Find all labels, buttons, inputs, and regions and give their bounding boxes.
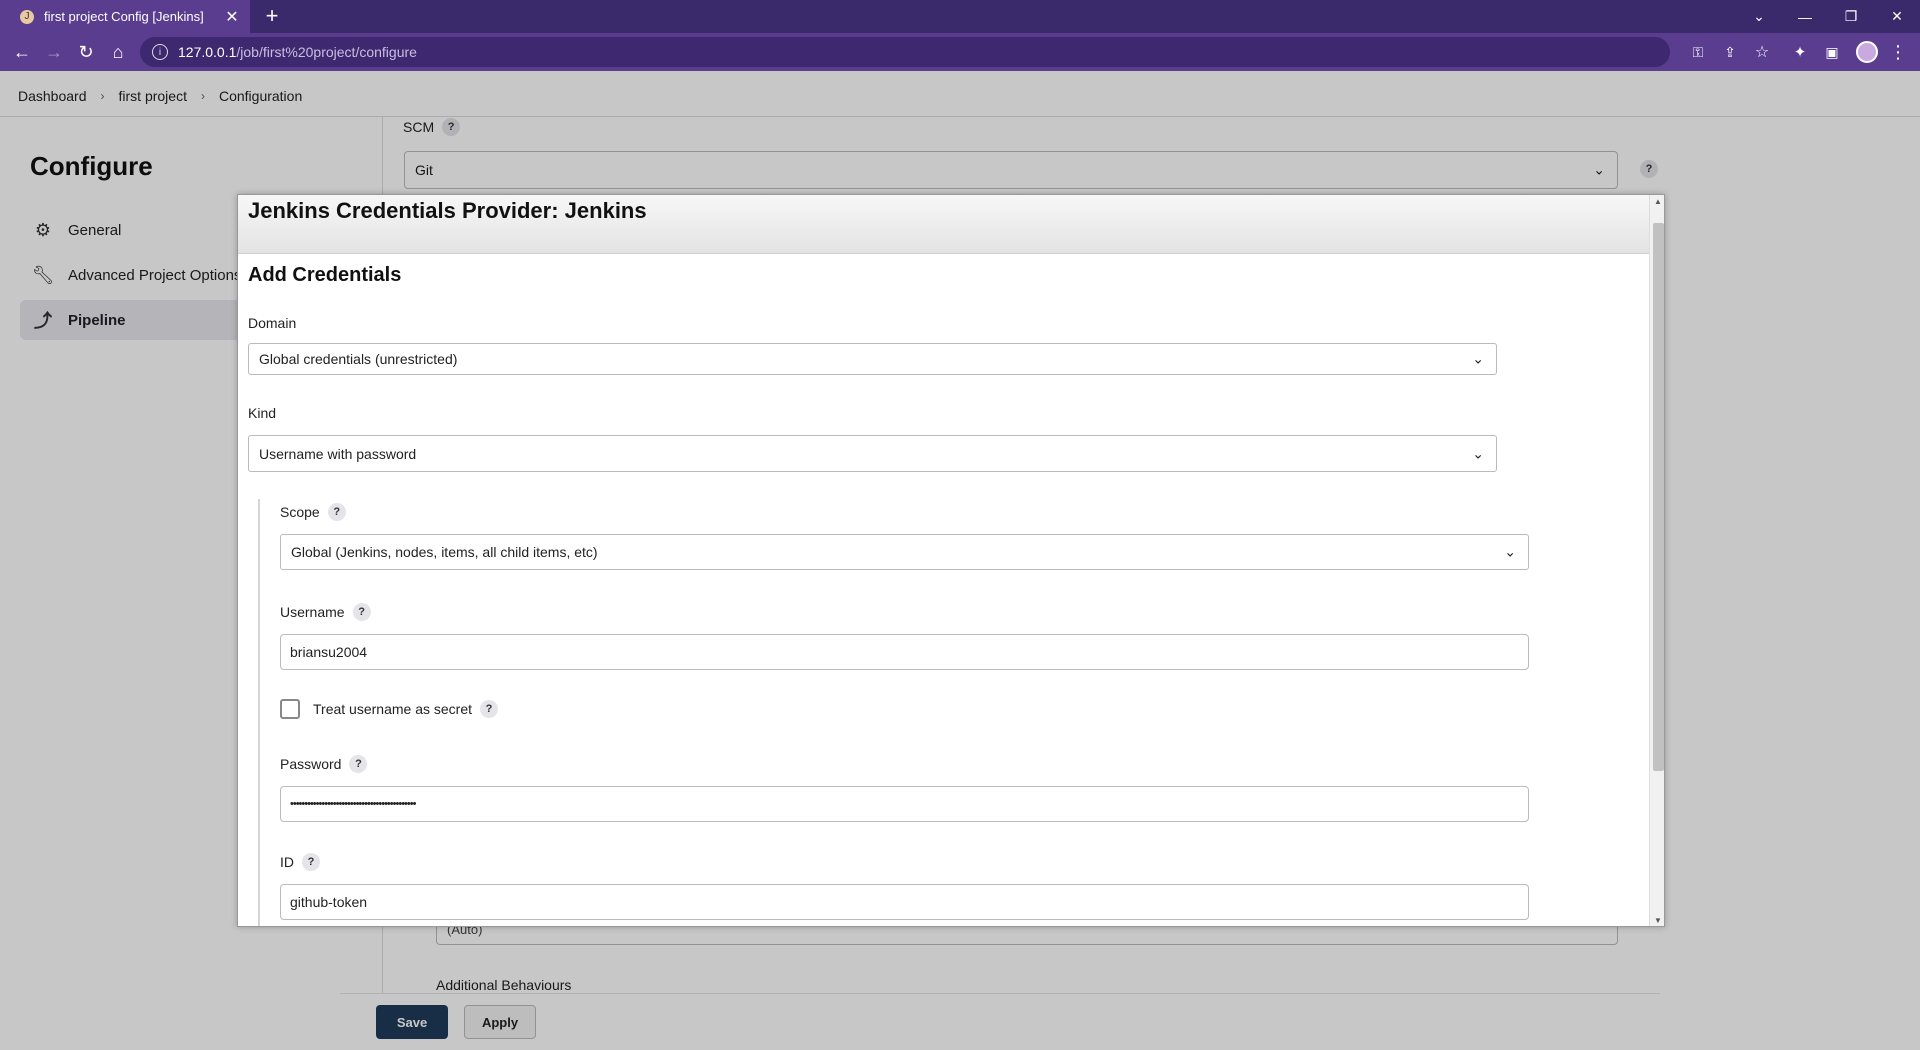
kind-label: Kind [248, 405, 277, 421]
kind-select[interactable]: Username with password ⌄ [248, 435, 1497, 472]
url-path: /job/first%20project/configure [236, 44, 417, 60]
id-label: ID ? [280, 853, 320, 871]
dialog-title: Jenkins Credentials Provider: Jenkins [248, 198, 647, 223]
username-field[interactable]: briansu2004 [280, 634, 1529, 670]
password-field[interactable]: ••••••••••••••••••••••••••••••••••••••••… [280, 786, 1529, 822]
password-label: Password ? [280, 755, 368, 773]
scope-label: Scope ? [280, 503, 346, 521]
domain-selected-value: Global credentials (unrestricted) [259, 351, 458, 367]
scope-select[interactable]: Global (Jenkins, nodes, items, all child… [280, 534, 1529, 570]
indent-guide [258, 499, 260, 926]
help-icon[interactable]: ? [327, 503, 346, 521]
help-icon[interactable]: ? [302, 853, 320, 871]
password-masked-value: ••••••••••••••••••••••••••••••••••••••••… [290, 798, 416, 810]
dialog-scrollbar[interactable]: ▲ ▼ [1649, 195, 1664, 926]
key-icon[interactable]: ⚿ [1686, 40, 1710, 64]
chevron-down-icon: ⌄ [1472, 350, 1484, 367]
browser-toolbar: ← → ↻ ⌂ i 127.0.0.1/job/first%20project/… [0, 33, 1920, 71]
side-panel-icon[interactable]: ▣ [1820, 40, 1844, 64]
add-credentials-heading: Add Credentials [248, 264, 402, 286]
scope-label-text: Scope [280, 504, 320, 520]
domain-select[interactable]: Global credentials (unrestricted) ⌄ [248, 343, 1497, 375]
tab-close-icon[interactable]: ✕ [220, 7, 244, 27]
new-tab-icon[interactable]: + [260, 4, 284, 28]
scope-selected-value: Global (Jenkins, nodes, items, all child… [291, 544, 598, 560]
tab-search-icon[interactable]: ⌄ [1736, 0, 1782, 33]
help-icon[interactable]: ? [349, 755, 368, 773]
share-icon[interactable]: ⇪ [1718, 40, 1742, 64]
site-info-icon[interactable]: i [152, 44, 168, 60]
help-icon[interactable]: ? [480, 700, 498, 718]
help-icon[interactable]: ? [352, 603, 371, 621]
chevron-down-icon: ⌄ [1504, 543, 1516, 560]
minimize-icon[interactable]: — [1782, 0, 1828, 33]
browser-tab[interactable]: J first project Config [Jenkins] ✕ [0, 0, 250, 33]
domain-label: Domain [248, 315, 297, 331]
back-icon[interactable]: ← [10, 40, 34, 64]
jenkins-favicon-icon: J [20, 9, 34, 24]
id-field[interactable]: github-token [280, 884, 1529, 920]
home-icon[interactable]: ⌂ [106, 40, 130, 64]
bookmark-star-icon[interactable]: ☆ [1750, 40, 1774, 64]
extensions-icon[interactable]: ✦ [1788, 40, 1812, 64]
restore-icon[interactable]: ❐ [1828, 0, 1874, 33]
scrollbar-thumb[interactable] [1653, 223, 1664, 771]
dialog-header: Jenkins Credentials Provider: Jenkins [238, 195, 1649, 254]
browser-tabbar: J first project Config [Jenkins] ✕ + ⌄ —… [0, 0, 1920, 33]
id-label-text: ID [280, 854, 294, 870]
scroll-up-icon[interactable]: ▲ [1650, 195, 1664, 209]
reload-icon[interactable]: ↻ [74, 40, 98, 64]
url-host: 127.0.0.1 [178, 44, 237, 60]
username-label: Username ? [280, 603, 371, 621]
id-value: github-token [290, 894, 368, 910]
treat-username-secret-checkbox[interactable] [280, 699, 300, 719]
password-label-text: Password [280, 756, 342, 772]
treat-username-secret-label: Treat username as secret ? [313, 700, 498, 718]
kind-selected-value: Username with password [259, 445, 417, 462]
address-bar[interactable]: i 127.0.0.1/job/first%20project/configur… [140, 37, 1670, 67]
username-value: briansu2004 [290, 644, 368, 660]
scroll-down-icon[interactable]: ▼ [1650, 914, 1664, 926]
forward-icon[interactable]: → [42, 40, 66, 64]
profile-avatar[interactable] [1856, 41, 1878, 63]
close-window-icon[interactable]: ✕ [1874, 0, 1920, 33]
credentials-dialog: Jenkins Credentials Provider: Jenkins Ad… [237, 194, 1665, 927]
username-label-text: Username [280, 604, 345, 620]
treat-username-secret-text: Treat username as secret [313, 701, 472, 717]
tab-title: first project Config [Jenkins] [44, 9, 204, 24]
menu-icon[interactable]: ⋮ [1886, 40, 1910, 64]
chevron-down-icon: ⌄ [1472, 445, 1484, 461]
